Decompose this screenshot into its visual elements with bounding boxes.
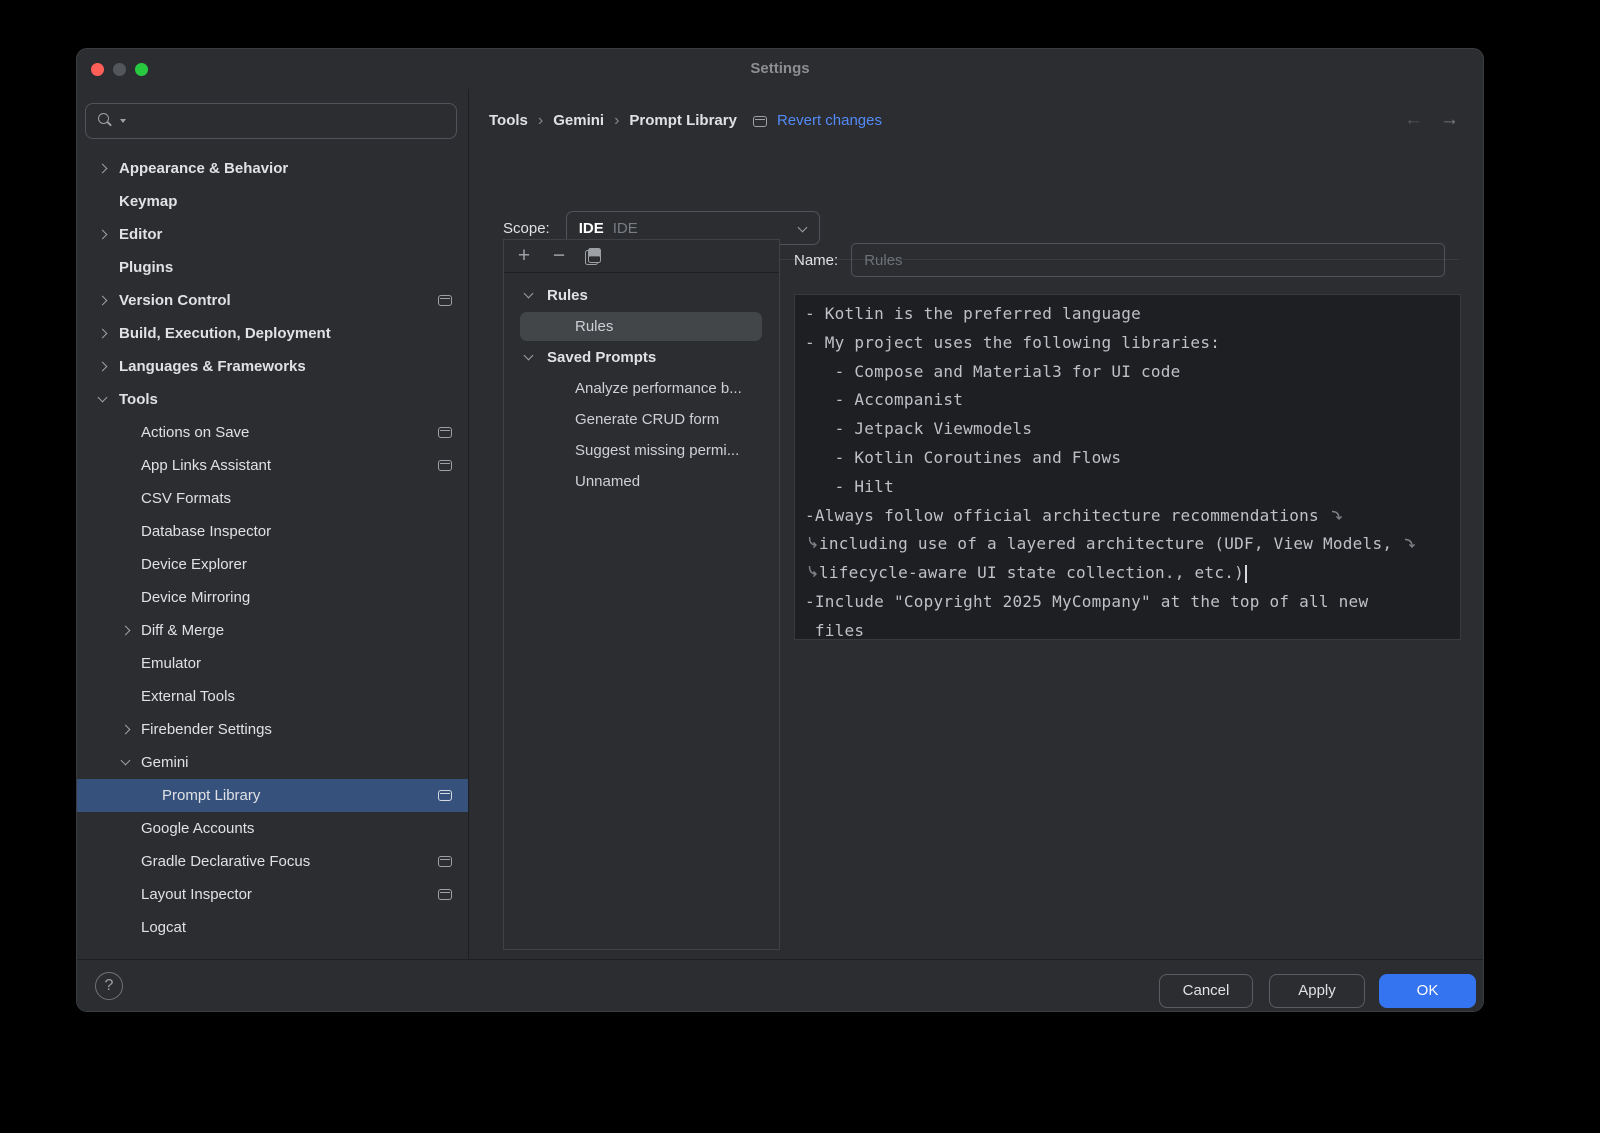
duplicate-prompt-button[interactable] <box>584 247 602 265</box>
sidebar-item-gradle-declarative-focus[interactable]: Gradle Declarative Focus <box>77 845 468 878</box>
scope-selected-value: IDE <box>579 220 604 237</box>
prompt-tree-item-analyze-performance[interactable]: Analyze performance b... <box>504 373 779 404</box>
sidebar-item-editor[interactable]: Editor <box>77 218 468 251</box>
sidebar-item-prompt-library[interactable]: Prompt Library <box>77 779 468 812</box>
ide-settings-icon <box>438 427 452 438</box>
soft-wrap-icon <box>807 559 817 588</box>
editor-line: - Kotlin Coroutines and Flows <box>805 444 1460 473</box>
prompt-tree-group-rules[interactable]: Rules <box>504 280 779 311</box>
sidebar-item-database-inspector[interactable]: Database Inspector <box>77 515 468 548</box>
sidebar-item-logcat[interactable]: Logcat <box>77 911 468 944</box>
sidebar-item-device-explorer[interactable]: Device Explorer <box>77 548 468 581</box>
dialog-footer: ? Cancel Apply OK <box>77 959 1483 1011</box>
ide-settings-icon <box>438 295 452 306</box>
chevron-down-icon <box>524 289 534 299</box>
editor-line: -Include "Copyright 2025 MyCompany" at t… <box>805 588 1460 617</box>
scope-label: Scope: <box>503 220 550 237</box>
sidebar-item-app-links-assistant[interactable]: App Links Assistant <box>77 449 468 482</box>
ide-settings-icon <box>438 460 452 471</box>
name-label: Name: <box>794 252 838 269</box>
cancel-button[interactable]: Cancel <box>1159 974 1253 1008</box>
help-button[interactable]: ? <box>95 972 123 1000</box>
sidebar-item-languages-frameworks[interactable]: Languages & Frameworks <box>77 350 468 383</box>
breadcrumb-gemini[interactable]: Gemini <box>553 107 604 135</box>
back-arrow-icon[interactable]: ← <box>1404 109 1423 131</box>
ok-button[interactable]: OK <box>1379 974 1476 1008</box>
editor-line: including use of a layered architecture … <box>805 530 1460 559</box>
editor-line: - Accompanist <box>805 386 1460 415</box>
sidebar-item-csv-formats[interactable]: CSV Formats <box>77 482 468 515</box>
editor-line: - Hilt <box>805 473 1460 502</box>
search-options-caret-icon <box>120 119 126 123</box>
sidebar-item-tools[interactable]: Tools <box>77 383 468 416</box>
prompt-name-row: Name: <box>794 243 1445 277</box>
search-input[interactable] <box>126 113 456 130</box>
search-icon <box>96 111 116 131</box>
breadcrumb-prompt-library[interactable]: Prompt Library <box>629 107 737 135</box>
sidebar-item-appearance-behavior[interactable]: Appearance & Behavior <box>77 152 468 185</box>
prompt-tree-item-generate-crud-form[interactable]: Generate CRUD form <box>504 404 779 435</box>
forward-arrow-icon[interactable]: → <box>1440 109 1459 131</box>
settings-content: Tools › Gemini › Prompt Library Revert c… <box>469 89 1483 959</box>
breadcrumb-tools[interactable]: Tools <box>489 107 528 135</box>
sidebar-item-diff-merge[interactable]: Diff & Merge <box>77 614 468 647</box>
prompt-text-editor[interactable]: - Kotlin is the preferred language - My … <box>794 294 1461 640</box>
sidebar-item-plugins[interactable]: Plugins <box>77 251 468 284</box>
revert-changes-link[interactable]: Revert changes <box>777 107 882 135</box>
sidebar-item-firebender-settings[interactable]: Firebender Settings <box>77 713 468 746</box>
title-bar: Settings <box>77 49 1483 89</box>
editor-line: lifecycle-aware UI state collection., et… <box>805 559 1460 588</box>
settings-window: Settings Appearance & Behavior Keymap Ed… <box>76 48 1484 1012</box>
prompt-tree: Rules Rules Saved Prompts Analyze perfor… <box>504 280 779 497</box>
editor-line: - Compose and Material3 for UI code <box>805 358 1460 387</box>
settings-sidebar: Appearance & Behavior Keymap Editor Plug… <box>77 89 468 959</box>
add-prompt-button[interactable]: + <box>512 246 536 266</box>
breadcrumb: Tools › Gemini › Prompt Library Revert c… <box>489 107 882 135</box>
name-field[interactable] <box>851 243 1445 277</box>
sidebar-item-keymap[interactable]: Keymap <box>77 185 468 218</box>
sidebar-item-layout-inspector[interactable]: Layout Inspector <box>77 878 468 911</box>
scope-selected-secondary: IDE <box>613 220 638 237</box>
remove-prompt-button[interactable]: − <box>547 246 571 266</box>
ide-settings-icon <box>438 889 452 900</box>
sidebar-item-actions-on-save[interactable]: Actions on Save <box>77 416 468 449</box>
prompt-tree-item-suggest-missing-permissions[interactable]: Suggest missing permi... <box>504 435 779 466</box>
window-title: Settings <box>77 49 1483 89</box>
sidebar-item-device-mirroring[interactable]: Device Mirroring <box>77 581 468 614</box>
sidebar-item-gemini[interactable]: Gemini <box>77 746 468 779</box>
sidebar-item-version-control[interactable]: Version Control <box>77 284 468 317</box>
text-caret <box>1245 565 1247 583</box>
sidebar-item-external-tools[interactable]: External Tools <box>77 680 468 713</box>
editor-line: -Always follow official architecture rec… <box>805 502 1460 531</box>
prompt-tree-item-unnamed[interactable]: Unnamed <box>504 466 779 497</box>
prompt-tree-group-saved-prompts[interactable]: Saved Prompts <box>504 342 779 373</box>
editor-line: - Kotlin is the preferred language <box>805 300 1460 329</box>
editor-line: files <box>805 617 1460 640</box>
editor-line: - Jetpack Viewmodels <box>805 415 1460 444</box>
ide-settings-icon <box>438 856 452 867</box>
sidebar-item-google-accounts[interactable]: Google Accounts <box>77 812 468 845</box>
prompt-list-panel: + − Rules Rules Saved Prompts Analyze pe… <box>503 239 780 950</box>
settings-search-field[interactable] <box>85 103 457 139</box>
settings-tree: Appearance & Behavior Keymap Editor Plug… <box>77 152 468 944</box>
sidebar-item-build-execution-deployment[interactable]: Build, Execution, Deployment <box>77 317 468 350</box>
editor-line: - My project uses the following librarie… <box>805 329 1460 358</box>
soft-wrap-icon <box>1404 530 1415 559</box>
soft-wrap-icon <box>1331 502 1342 531</box>
breadcrumb-separator-icon: › <box>614 107 619 135</box>
apply-button[interactable]: Apply <box>1269 974 1365 1008</box>
sidebar-item-emulator[interactable]: Emulator <box>77 647 468 680</box>
chevron-down-icon <box>524 351 534 361</box>
ide-settings-icon <box>753 116 767 127</box>
ide-settings-icon <box>438 790 452 801</box>
prompt-list-toolbar: + − <box>504 240 779 273</box>
prompt-tree-item-rules[interactable]: Rules <box>504 311 779 342</box>
chevron-down-icon <box>797 223 807 233</box>
soft-wrap-icon <box>807 530 817 559</box>
breadcrumb-separator-icon: › <box>538 107 543 135</box>
